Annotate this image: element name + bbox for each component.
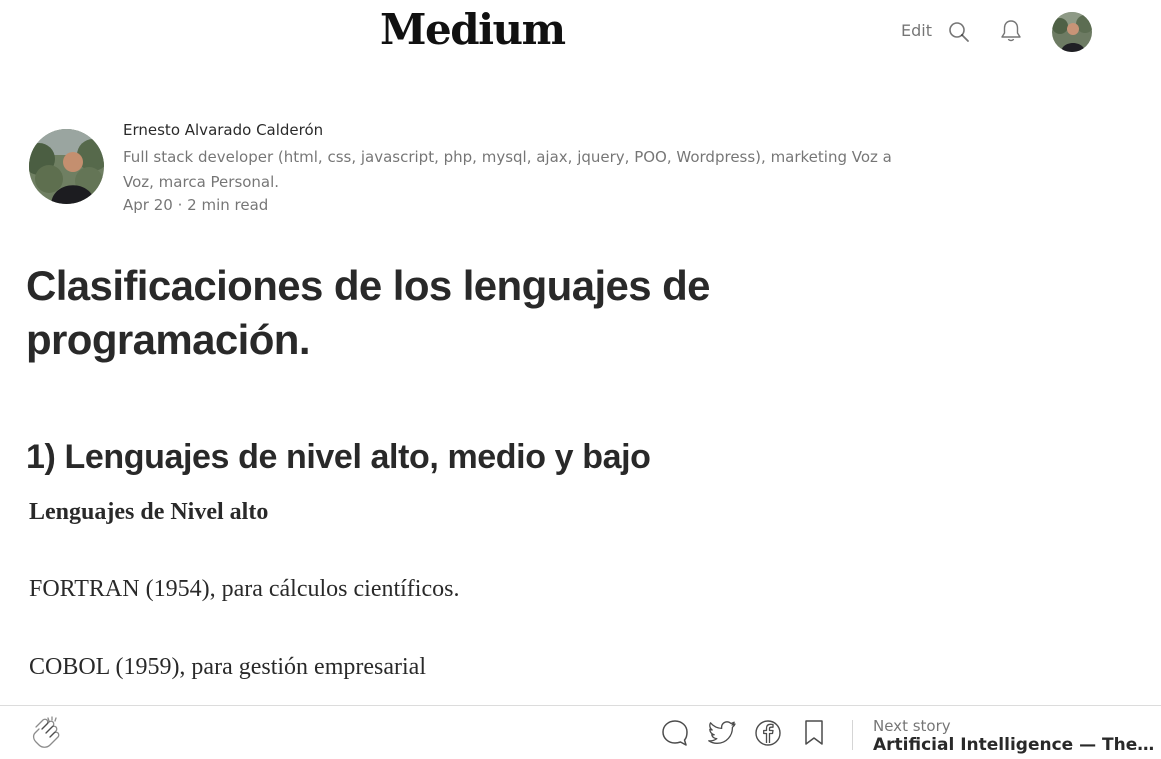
- bar-divider: [852, 720, 853, 750]
- meta-separator: ·: [177, 196, 183, 214]
- bell-icon[interactable]: [998, 18, 1024, 44]
- author-bio: Full stack developer (html, css, javascr…: [123, 148, 892, 191]
- response-icon[interactable]: [660, 718, 690, 748]
- author-avatar[interactable]: [29, 129, 104, 204]
- facebook-icon[interactable]: [754, 719, 782, 747]
- section-heading: 1) Lenguajes de nivel alto, medio y bajo: [26, 438, 651, 476]
- bookmark-icon[interactable]: [802, 719, 826, 747]
- post-date[interactable]: Apr 20: [123, 196, 173, 214]
- article-paragraph: COBOL (1959), para gestión empresarial: [29, 654, 426, 680]
- search-icon[interactable]: [947, 20, 971, 44]
- article-subheading: Lenguajes de Nivel alto: [29, 499, 269, 525]
- bottom-action-bar: Next story Artificial Intelligence — The…: [0, 705, 1161, 759]
- user-avatar-photo: [1052, 12, 1092, 52]
- article-paragraph: FORTRAN (1954), para cálculos científico…: [29, 576, 460, 602]
- post-meta: Apr 20 · 2 min read: [123, 195, 268, 215]
- read-time: 2 min read: [187, 196, 269, 214]
- author-avatar-photo: [29, 129, 104, 204]
- twitter-icon[interactable]: [706, 719, 738, 747]
- next-story-label: Next story: [873, 717, 951, 735]
- clap-icon[interactable]: [30, 715, 64, 749]
- edit-link[interactable]: Edit: [901, 21, 932, 41]
- article-title: Clasificaciones de los lenguajes de prog…: [26, 262, 711, 363]
- author-name[interactable]: Ernesto Alvarado Calderón: [123, 120, 323, 140]
- user-avatar[interactable]: [1052, 12, 1092, 52]
- next-story-link[interactable]: Artificial Intelligence — The Rise of In…: [873, 734, 1158, 756]
- medium-logo[interactable]: Medium: [380, 2, 566, 58]
